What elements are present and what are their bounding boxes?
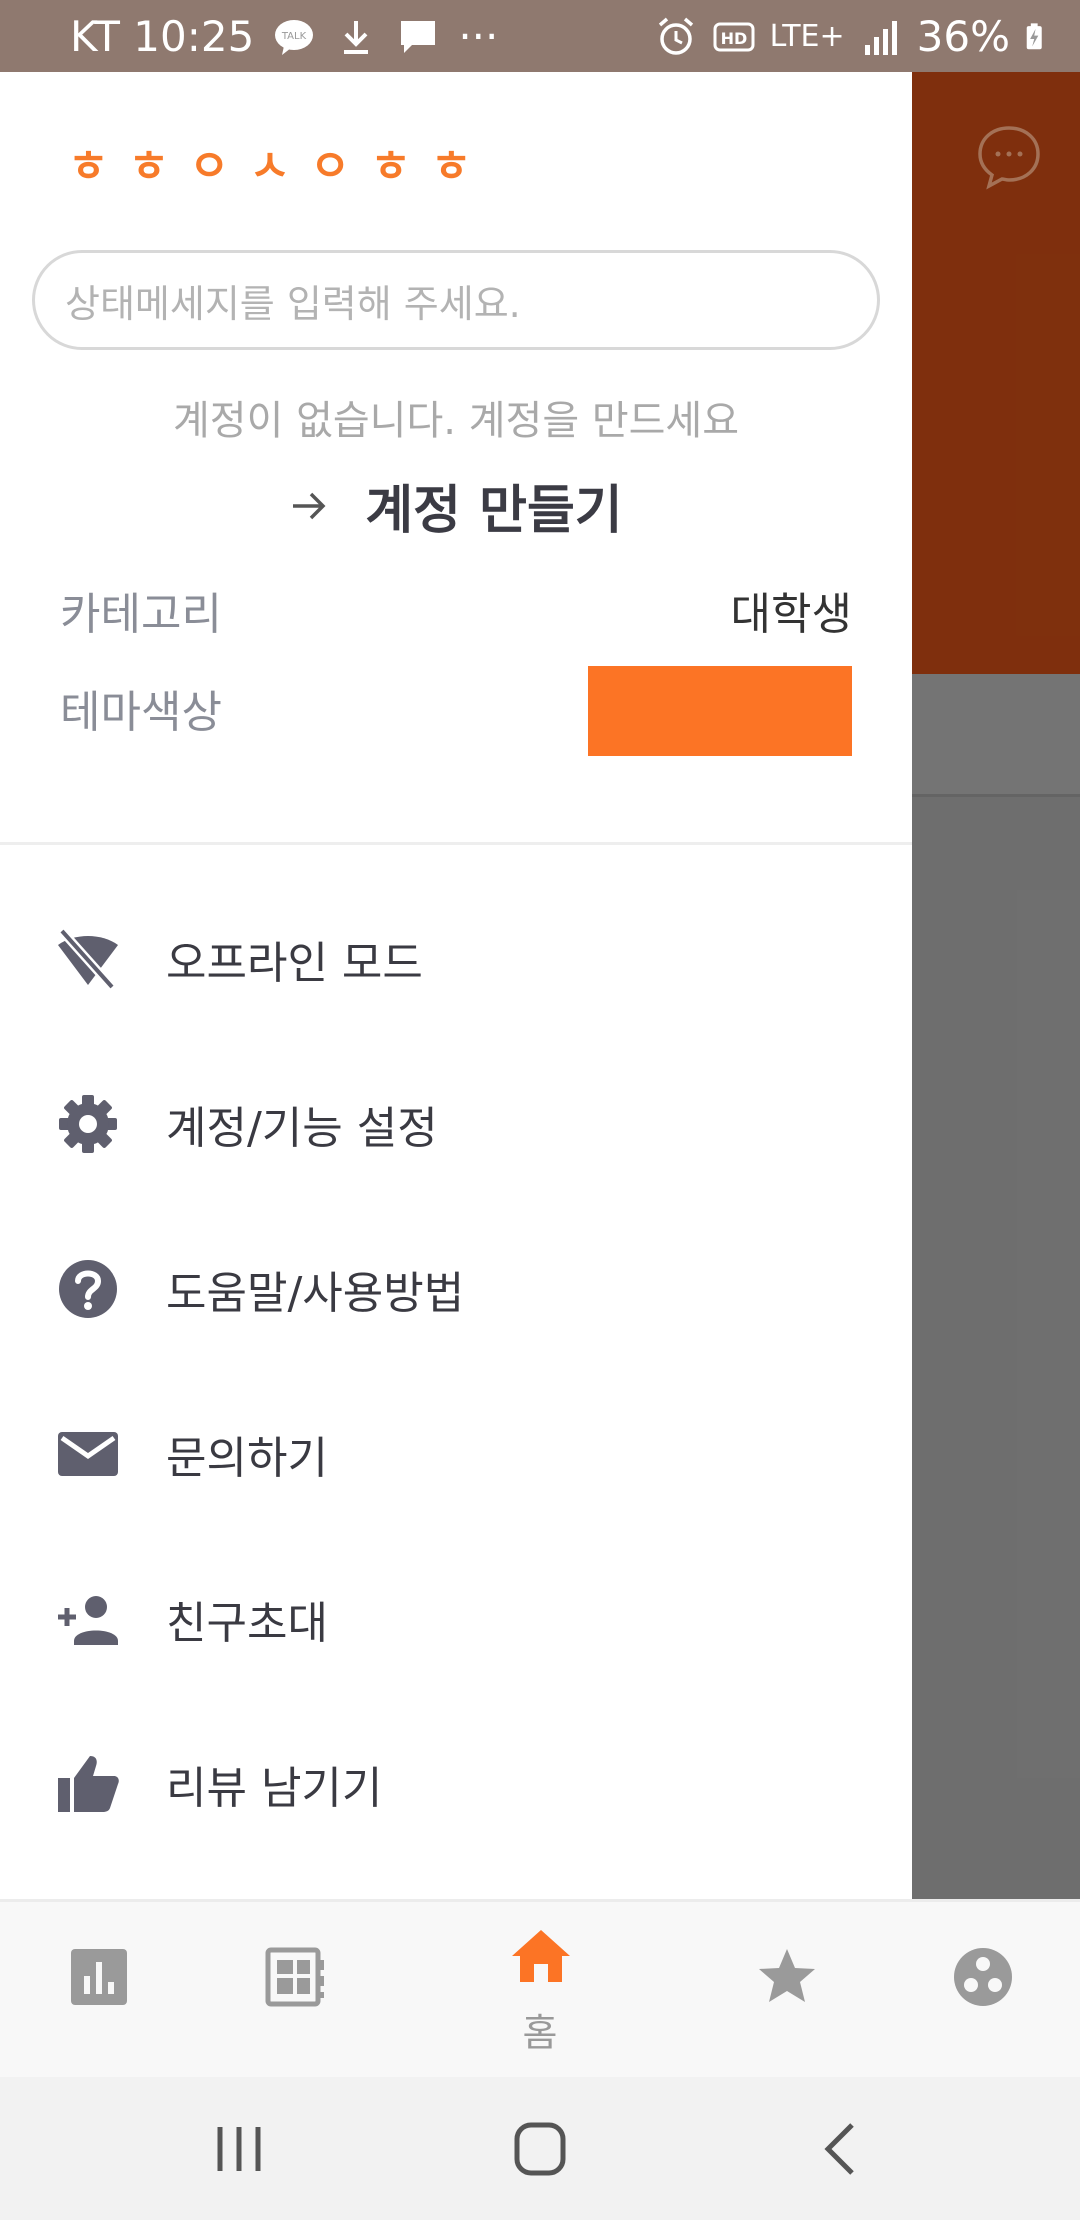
kakaotalk-icon: TALK — [275, 19, 314, 55]
menu-item-offline-mode[interactable]: 오프라인 모드 — [0, 876, 912, 1041]
tab-home[interactable]: 홈 — [480, 1902, 600, 2080]
tab-news[interactable] — [234, 1902, 354, 2080]
recent-apps-icon[interactable] — [204, 2117, 274, 2181]
hd-voice-icon: HD — [713, 22, 755, 51]
menu-item-account-settings[interactable]: 계정/기능 설정 — [0, 1041, 912, 1206]
message-icon — [401, 20, 436, 53]
network-type: LTE+ — [769, 19, 845, 54]
tab-favorites[interactable] — [726, 1902, 846, 2080]
menu-item-label: 오프라인 모드 — [166, 937, 423, 989]
svg-text:HD: HD — [720, 29, 747, 48]
no-account-text: 계정이 없습니다. 계정을 만드세요 — [172, 398, 740, 444]
bottom-tab-bar: 홈 — [0, 1899, 1080, 2077]
battery-percent: 36% — [916, 12, 1010, 61]
community-icon — [954, 1948, 1012, 2006]
arrow-right-icon — [293, 492, 326, 519]
tab-home-label: 홈 — [522, 2011, 558, 2055]
theme-color-swatch[interactable] — [588, 666, 852, 756]
menu-item-label: 도움말/사용방법 — [166, 1267, 465, 1319]
more-notifications: ··· — [458, 12, 499, 61]
app-logo: ㅎㅎㅇㅅㅇㅎㅎ — [68, 141, 492, 192]
newspaper-icon — [265, 1947, 324, 2007]
create-account-button[interactable]: 계정 만들기 — [0, 468, 912, 543]
back-icon[interactable] — [808, 2117, 878, 2181]
status-message-input[interactable]: 상태메세지를 입력해 주세요. — [32, 250, 880, 350]
talk-badge: TALK — [281, 31, 307, 42]
menu-item-help[interactable]: 도움말/사용방법 — [0, 1206, 912, 1371]
status-message-placeholder: 상태메세지를 입력해 주세요. — [65, 281, 521, 326]
menu-item-label: 친구초대 — [166, 1597, 328, 1649]
menu-item-label: 리뷰 남기기 — [166, 1762, 383, 1814]
tab-community[interactable] — [922, 1902, 1042, 2080]
alarm-icon — [658, 17, 693, 55]
drawer-divider — [0, 842, 912, 845]
tab-stats[interactable] — [38, 1902, 158, 2080]
menu-item-label: 문의하기 — [166, 1432, 328, 1484]
system-navigation-bar — [0, 2077, 1080, 2220]
wifi-off-icon — [58, 927, 118, 990]
navigation-drawer: ㅎㅎㅇㅅㅇㅎㅎ 상태메세지를 입력해 주세요. 계정이 없습니다. 계정을 만드… — [0, 72, 912, 1899]
category-label: 카테고리 — [60, 589, 222, 640]
add-person-icon — [58, 1595, 118, 1645]
gear-icon — [59, 1094, 117, 1153]
signal-icon — [864, 20, 897, 55]
menu-item-invite-friends[interactable]: 친구초대 — [0, 1536, 912, 1701]
home-button-icon[interactable] — [505, 2117, 575, 2181]
thumbs-up-icon — [58, 1755, 119, 1812]
bar-chart-icon — [71, 1949, 127, 2005]
help-icon — [59, 1259, 117, 1318]
status-bar: KT 10:25 TALK ··· HD LTE+ 36% — [0, 0, 1080, 72]
menu-item-label: 계정/기능 설정 — [166, 1102, 438, 1154]
carrier-time: KT 10:25 — [70, 12, 255, 61]
battery-charging-icon — [1026, 22, 1042, 49]
home-icon — [512, 1930, 570, 1982]
menu-item-contact[interactable]: 문의하기 — [0, 1371, 912, 1536]
star-icon — [759, 1949, 815, 2002]
download-icon — [344, 20, 369, 54]
category-value[interactable]: 대학생 — [731, 578, 852, 642]
mail-icon — [58, 1431, 118, 1476]
menu-item-leave-review[interactable]: 리뷰 남기기 — [0, 1701, 912, 1866]
create-account-label: 계정 만들기 — [365, 481, 623, 541]
theme-color-label: 테마색상 — [60, 687, 222, 738]
